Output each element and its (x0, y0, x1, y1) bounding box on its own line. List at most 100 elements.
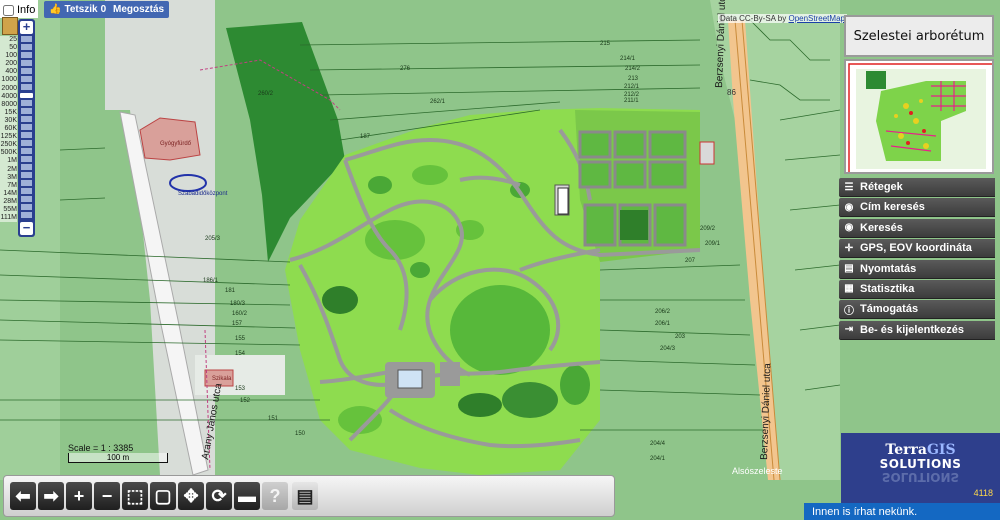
zoom-scale-label[interactable]: 55M (0, 206, 17, 214)
menu-item-statistics[interactable]: ▦ Statisztika (839, 279, 995, 299)
table-icon: ▦ (844, 283, 854, 295)
menu-item-login[interactable]: ⇥ Be- és kijelentkezés (839, 320, 995, 340)
rotate-button[interactable]: ⟳ (206, 482, 232, 510)
logo-subtitle: SOLUTIONS (879, 457, 962, 471)
measure-button[interactable]: ▬ (234, 482, 260, 510)
side-panel: Szelestei arborétum ☰ Rétegek ◉ Cím kere… (839, 13, 1000, 483)
street-label: Alsószeleste (732, 466, 783, 476)
attribution-prefix: Data CC-By-SA by (720, 14, 787, 23)
forward-button[interactable]: ➡ (38, 482, 64, 510)
zoom-out-button[interactable]: − (94, 482, 120, 510)
parcel-label: 181 (225, 288, 236, 294)
zoom-scale-label[interactable]: 25 (0, 36, 17, 44)
zoom-scale-label[interactable]: 15K (0, 109, 17, 117)
label-szikala: Szikala (212, 376, 232, 382)
pan-button[interactable]: ✥ (178, 482, 204, 510)
zoom-control[interactable]: + − (18, 19, 35, 237)
parcel-label: 276 (400, 66, 411, 72)
menu-item-label: Cím keresés (860, 201, 925, 214)
parcel-label: 155 (235, 336, 246, 342)
parcel-label: 212/1 (624, 84, 640, 90)
info-checkbox[interactable] (3, 4, 14, 16)
menu-item-print[interactable]: ▤ Nyomtatás (839, 259, 995, 279)
printer-icon: ▤ (844, 263, 854, 275)
zoom-scale-label[interactable]: 30K (0, 117, 17, 125)
parcel-label: 204/3 (660, 346, 676, 352)
visitor-counter: 4118 (973, 488, 993, 498)
scale-ratio: Scale = 1 : 3385 (68, 443, 134, 453)
map-toolbar: ⬅ ➡ + − ⬚ ▢ ✥ ⟳ ▬? ▤ (3, 475, 615, 517)
parcel-label: 214/1 (620, 56, 636, 62)
menu-item-address-search[interactable]: ◉ Cím keresés (839, 198, 995, 218)
back-button[interactable]: ⬅ (10, 482, 36, 510)
parcel-label: 211/1 (624, 98, 639, 104)
main-menu: ☰ Rétegek ◉ Cím keresés ◉ Keresés ✛ GPS,… (839, 178, 995, 341)
zoom-scale-label[interactable]: 28M (0, 198, 17, 206)
zoom-scale-label[interactable]: 50 (0, 44, 17, 52)
zoom-in-button[interactable]: + (66, 482, 92, 510)
zoom-scale-label[interactable]: 1000 (0, 76, 17, 84)
zoom-scale-label[interactable]: 200 (0, 60, 17, 68)
menu-item-support[interactable]: ⓘ Támogatás (839, 300, 995, 320)
eye-icon: ◉ (844, 201, 854, 213)
road-number: 86 (727, 88, 736, 97)
map-attribution: Data CC-By-SA by OpenStreetMap (718, 14, 847, 23)
logo-title: TerraGIS (841, 443, 1000, 457)
zoom-scale-label[interactable]: 100 (0, 52, 17, 60)
login-icon: ⇥ (844, 324, 854, 336)
zoom-scale-label[interactable]: 111M (0, 214, 17, 222)
zoom-scale-label[interactable]: 2000 (0, 85, 17, 93)
full-extent-button[interactable]: ▢ (150, 482, 176, 510)
zoom-scale-label[interactable]: 1M (0, 157, 17, 165)
zoom-box-button[interactable]: ⬚ (122, 482, 148, 510)
openstreetmap-link[interactable]: OpenStreetMap (788, 14, 844, 23)
overview-map-svg (846, 61, 992, 172)
facebook-like-button[interactable]: 👍 Tetszik 0 (44, 1, 112, 18)
zoom-scale-label[interactable]: 3M (0, 174, 17, 182)
map-application: 215 214/1 214/2 213 212/1 212/2 211/1 20… (0, 0, 1000, 520)
overview-map[interactable] (844, 59, 994, 174)
parcel-label: 160/2 (232, 311, 248, 317)
document-button[interactable]: ▤ (292, 482, 318, 510)
zoom-scale-label[interactable]: 8000 (0, 101, 17, 109)
zoom-scale-label[interactable]: 14M (0, 190, 17, 198)
parcel-label: 186/1 (203, 278, 219, 284)
logo-accent: GIS (926, 442, 956, 458)
parcel-label: 262/1 (430, 99, 446, 105)
menu-item-layers[interactable]: ☰ Rétegek (839, 178, 995, 197)
facebook-share-button[interactable]: Megosztás (108, 1, 170, 18)
menu-item-label: GPS, EOV koordináta (860, 242, 972, 255)
zoom-scale-label[interactable]: 250K (0, 141, 17, 149)
chat-bar[interactable]: Innen is írhat nekünk. (804, 503, 1000, 520)
like-count: 0 (100, 4, 107, 15)
zoom-scale-label[interactable]: 7M (0, 182, 17, 190)
parcel-label: 214/2 (625, 66, 641, 72)
zoom-scale-label[interactable]: 400 (0, 68, 17, 76)
menu-item-gps[interactable]: ✛ GPS, EOV koordináta (839, 239, 995, 259)
logo-reflection: SOLUTIONS (881, 470, 960, 484)
zoom-slider-track[interactable] (21, 36, 32, 220)
parcel-label: 204/4 (650, 441, 666, 447)
zoom-scale-label[interactable]: 60K (0, 125, 17, 133)
zoom-in-button[interactable]: + (20, 20, 33, 34)
zoom-slider-handle[interactable] (19, 92, 34, 100)
parcel-label: 215 (600, 41, 611, 47)
zoom-scale-label[interactable]: 2M (0, 166, 17, 174)
menu-item-label: Nyomtatás (860, 262, 917, 275)
company-logo[interactable]: TerraGIS SOLUTIONS SOLUTIONS 4118 (841, 433, 1000, 503)
info-label: Info (17, 4, 36, 16)
share-label: Megosztás (113, 4, 165, 15)
street-view-pegman-icon[interactable] (2, 17, 18, 35)
zoom-out-button[interactable]: − (20, 221, 33, 235)
layers-icon: ☰ (844, 181, 854, 193)
parcel-label: 157 (232, 321, 243, 327)
zoom-scale-label[interactable]: 125K (0, 133, 17, 141)
zoom-scale-label[interactable]: 4000 (0, 93, 17, 101)
scale-bar: 100 m (68, 453, 168, 463)
menu-item-label: Be- és kijelentkezés (860, 323, 964, 336)
parcel-label: 154 (235, 351, 246, 357)
zoom-scale-label[interactable]: 500K (0, 149, 17, 157)
info-toggle[interactable]: Info (0, 0, 39, 18)
menu-item-search[interactable]: ◉ Keresés (839, 218, 995, 238)
parcel-label: 150 (295, 431, 306, 437)
